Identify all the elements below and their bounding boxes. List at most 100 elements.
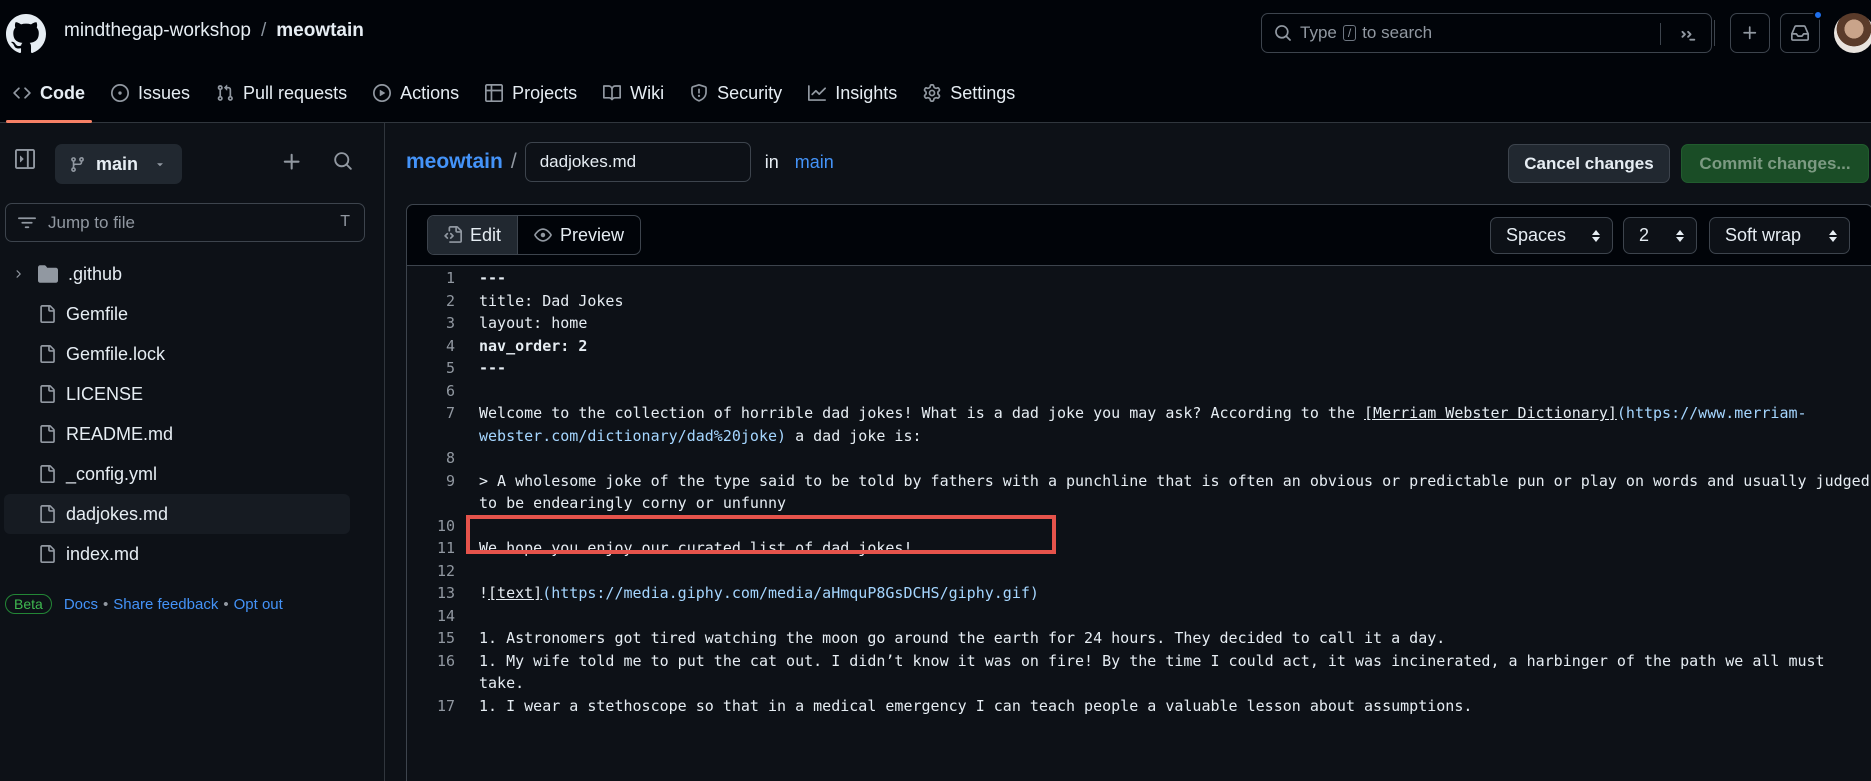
branch-selector-button[interactable]: main xyxy=(55,144,182,184)
cancel-changes-button[interactable]: Cancel changes xyxy=(1508,144,1670,183)
search-files-icon[interactable] xyxy=(333,151,353,171)
tab-issues-label: Issues xyxy=(138,82,191,103)
line-number: 8 xyxy=(445,449,455,467)
beta-badge: Beta xyxy=(5,594,52,614)
tree-item-index[interactable]: index.md xyxy=(4,534,350,574)
create-new-button[interactable] xyxy=(1730,13,1770,53)
command-palette-icon[interactable] xyxy=(1679,24,1699,44)
file-icon xyxy=(40,385,55,403)
code-line: 5 --- xyxy=(407,357,1871,380)
markdown-url: (https://media.giphy.com/media/aHmquP8Gs… xyxy=(542,584,1039,602)
tab-insights[interactable]: Insights xyxy=(795,72,910,114)
code-line: 8 xyxy=(407,447,1871,470)
tree-item-dadjokes[interactable]: dadjokes.md xyxy=(4,494,350,534)
tree-item-readme[interactable]: README.md xyxy=(4,414,350,454)
collapse-sidebar-button[interactable] xyxy=(10,144,40,174)
inbox-icon xyxy=(1791,25,1809,41)
tab-settings[interactable]: Settings xyxy=(910,72,1028,114)
code-line: 9 > A wholesome joke of the type said to … xyxy=(407,470,1871,515)
line-content: title: Dad Jokes xyxy=(479,291,624,310)
git-branch-icon xyxy=(71,156,84,172)
commit-changes-button[interactable]: Commit changes... xyxy=(1681,144,1869,183)
code-line: 16 1. My wife told me to put the cat out.… xyxy=(407,650,1871,695)
inbox-button[interactable] xyxy=(1780,10,1823,53)
code-area[interactable]: 1 --- 2 title: Dad Jokes 3 layout: home 4 na… xyxy=(407,267,1871,717)
bullet-separator: • xyxy=(103,595,109,613)
line-number: 15 xyxy=(436,629,455,647)
indent-mode-select[interactable]: Spaces xyxy=(1490,217,1613,254)
gear-icon xyxy=(923,84,941,102)
preview-tab[interactable]: Preview xyxy=(518,216,640,254)
jump-to-file-input[interactable]: Jump to file T xyxy=(5,203,365,242)
editor-breadcrumb: meowtain / in main xyxy=(406,142,834,182)
filename-input[interactable] xyxy=(524,142,751,182)
table-icon xyxy=(485,84,504,102)
docs-link[interactable]: Docs xyxy=(64,596,98,613)
tab-issues[interactable]: Issues xyxy=(98,72,203,114)
notification-dot xyxy=(1813,10,1823,20)
line-number: 4 xyxy=(445,336,455,355)
breadcrumb-repo-link[interactable]: meowtain xyxy=(406,150,503,174)
line-content: --- xyxy=(479,269,507,287)
line-number: 6 xyxy=(445,381,455,400)
repo-name-link[interactable]: meowtain xyxy=(276,20,364,42)
file-icon xyxy=(40,305,55,323)
tree-item-license[interactable]: LICENSE xyxy=(4,374,350,414)
tab-code-label: Code xyxy=(40,82,85,103)
add-file-icon[interactable] xyxy=(281,151,303,173)
file-icon xyxy=(40,505,55,523)
tree-item-gemfile[interactable]: Gemfile xyxy=(4,294,350,334)
code-line: 14 xyxy=(407,605,1871,628)
user-avatar[interactable] xyxy=(1834,13,1871,53)
tab-pull-requests[interactable]: Pull requests xyxy=(203,72,360,114)
eye-icon xyxy=(534,228,552,242)
folder-icon xyxy=(38,265,58,283)
code-line: 7 Welcome to the collection of horrible d… xyxy=(407,402,1871,447)
code-line: 6 xyxy=(407,380,1871,403)
line-number: 7 xyxy=(445,404,455,422)
code-line: 12 xyxy=(407,560,1871,583)
triangle-down-icon xyxy=(157,163,163,167)
graph-icon xyxy=(808,85,827,101)
tree-item-label: Gemfile.lock xyxy=(66,343,166,364)
line-content: 1. I wear a stethoscope so that in a med… xyxy=(479,696,1473,715)
tree-item-config[interactable]: _config.yml xyxy=(4,454,350,494)
line-content xyxy=(455,560,1871,583)
tab-projects[interactable]: Projects xyxy=(472,72,590,114)
tree-item-label: .github xyxy=(68,263,123,284)
tree-item-label: index.md xyxy=(66,543,140,564)
file-icon xyxy=(40,345,55,363)
tree-item-github-folder[interactable]: .github xyxy=(4,254,350,294)
edit-tab[interactable]: Edit xyxy=(428,216,519,254)
tab-projects-label: Projects xyxy=(512,82,578,103)
line-number: 10 xyxy=(436,516,455,535)
file-icon xyxy=(40,425,55,443)
line-content xyxy=(455,380,1871,403)
edit-tab-label: Edit xyxy=(470,224,502,245)
global-search-input[interactable]: Type / to search xyxy=(1261,13,1712,53)
tree-item-gemfile-lock[interactable]: Gemfile.lock xyxy=(4,334,350,374)
github-logo-icon[interactable] xyxy=(6,14,46,54)
tab-security-label: Security xyxy=(717,82,783,103)
line-content xyxy=(455,605,1871,628)
play-icon xyxy=(373,84,392,102)
search-divider xyxy=(1660,23,1661,45)
line-content: 1. Astronomers got tired watching the mo… xyxy=(479,629,1446,647)
code-line: 4 nav_order: 2 xyxy=(407,335,1871,358)
target-branch-link[interactable]: main xyxy=(795,152,834,173)
opt-out-link[interactable]: Opt out xyxy=(234,596,283,613)
indent-size-select[interactable]: 2 xyxy=(1623,217,1697,254)
line-content: nav_order: 2 xyxy=(479,336,588,355)
tab-actions[interactable]: Actions xyxy=(360,72,472,114)
wrap-mode-select[interactable]: Soft wrap xyxy=(1709,217,1850,254)
line-content: Welcome to the collection of horrible da… xyxy=(455,402,1871,447)
repo-owner-link[interactable]: mindthegap-workshop xyxy=(64,20,251,42)
share-feedback-link[interactable]: Share feedback xyxy=(113,596,218,613)
tab-code[interactable]: Code xyxy=(0,72,98,123)
repo-nav: Code Issues Pull requests Actions Projec… xyxy=(0,72,1028,123)
preview-tab-label: Preview xyxy=(560,224,625,245)
tab-wiki[interactable]: Wiki xyxy=(590,72,677,114)
tab-security[interactable]: Security xyxy=(677,72,795,114)
jump-shortcut-key: T xyxy=(340,213,350,230)
editor-toolbar: Edit Preview Spaces 2 Soft wrap xyxy=(407,205,1871,266)
